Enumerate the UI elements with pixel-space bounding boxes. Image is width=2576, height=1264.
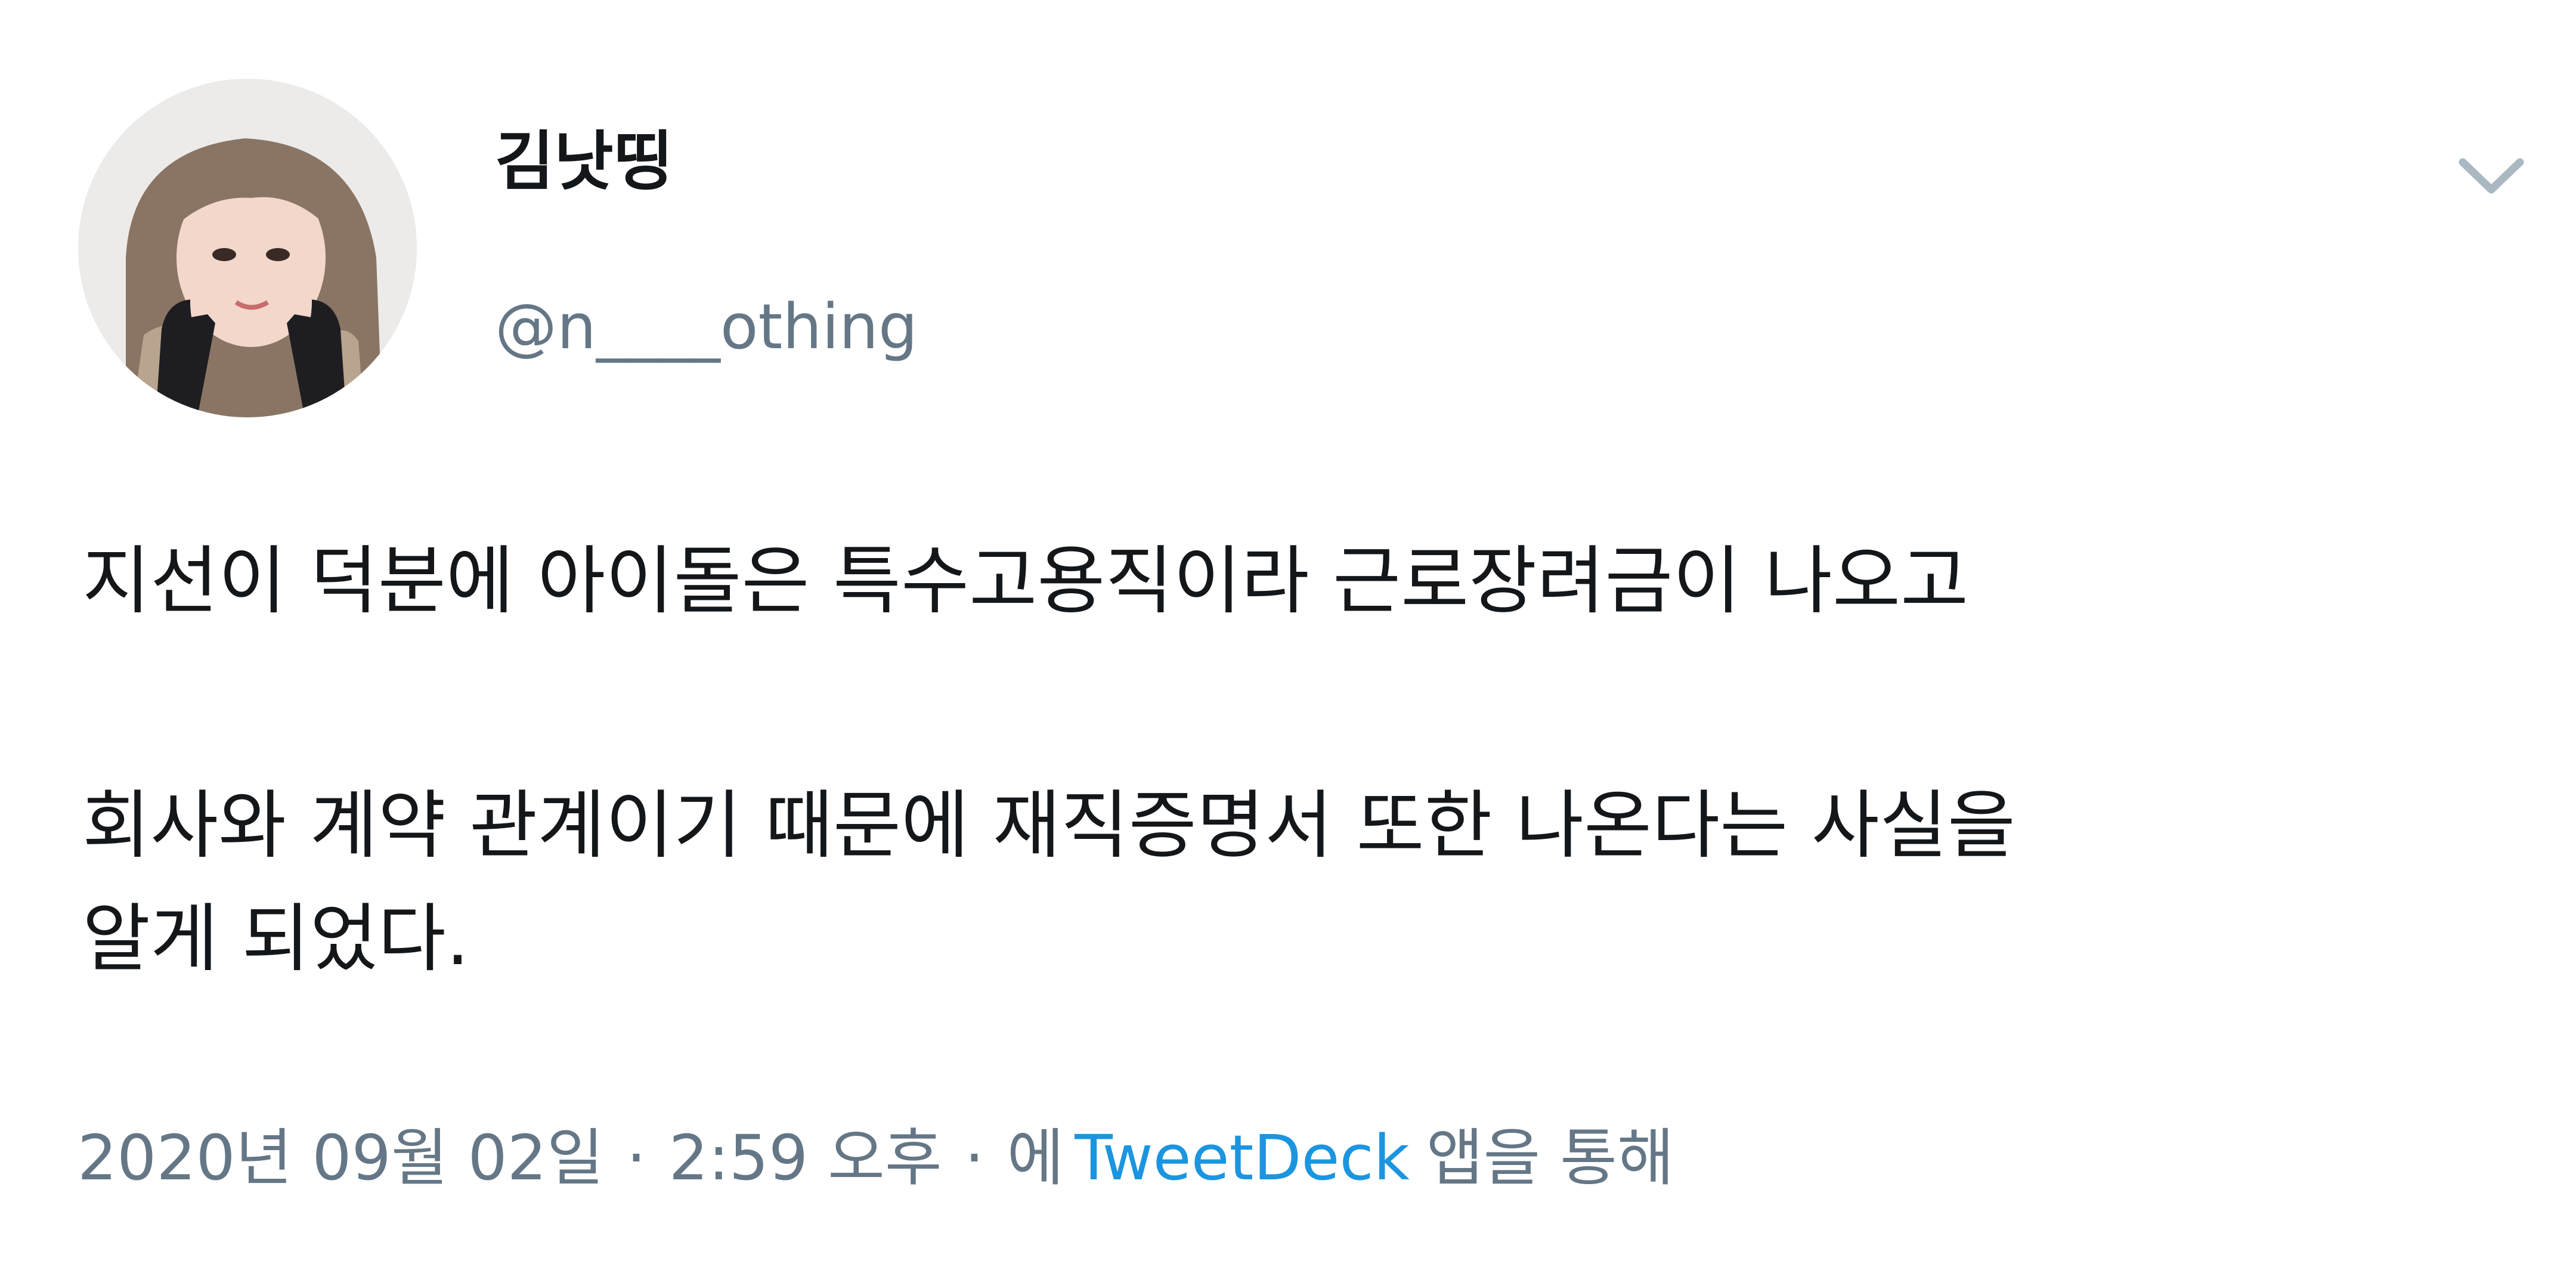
profile-photo bbox=[78, 79, 417, 417]
chevron-down-icon[interactable] bbox=[2456, 149, 2527, 203]
meta-separator: · bbox=[964, 1122, 984, 1194]
tweet-card: 김낫띵 @n____othing 지선이 덕분에 아이돌은 특수고용직이라 근로… bbox=[0, 0, 2576, 1264]
tweet-paragraph: 지선이 덕분에 아이돌은 특수고용직이라 근로장려금이 나오고 bbox=[82, 538, 1969, 624]
tweet-meta: 2020년 09월 02일 · 2:59 오후 · 에 TweetDeck 앱을 통해 bbox=[78, 1127, 1674, 1189]
display-name[interactable]: 김낫띵 bbox=[495, 130, 673, 194]
via-prefix: 에 bbox=[1007, 1122, 1064, 1194]
tweet-text: 지선이 덕분에 아이돌은 특수고용직이라 근로장려금이 나오고 회사와 계약 관… bbox=[82, 525, 2527, 996]
via-suffix: 앱을 통해 bbox=[1426, 1122, 1674, 1194]
tweet-time[interactable]: 2:59 오후 bbox=[669, 1122, 942, 1194]
meta-separator: · bbox=[626, 1122, 646, 1194]
avatar[interactable] bbox=[78, 79, 417, 417]
tweet-paragraph: 알게 되었다. bbox=[82, 896, 470, 982]
source-link[interactable]: TweetDeck bbox=[1075, 1122, 1410, 1194]
tweet-paragraph: 회사와 계약 관계이기 때문에 재직증명서 또한 나온다는 사실을 bbox=[82, 783, 2015, 869]
tweet-date[interactable]: 2020년 09월 02일 bbox=[78, 1122, 604, 1194]
user-handle[interactable]: @n____othing bbox=[495, 296, 918, 358]
